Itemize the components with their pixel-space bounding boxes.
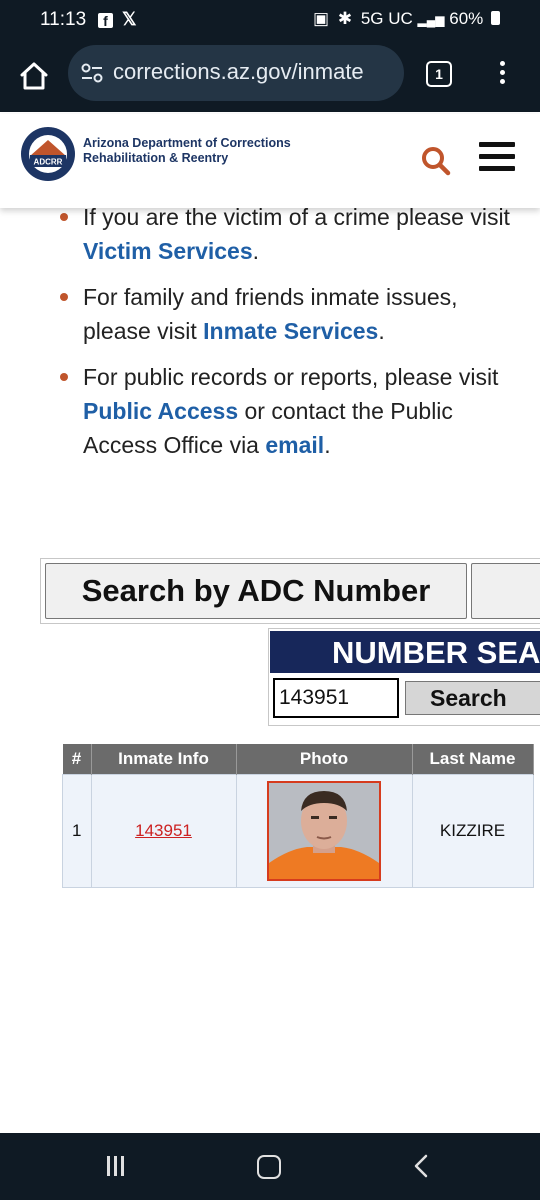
recent-apps-icon[interactable] bbox=[107, 1156, 129, 1176]
adcrr-logo[interactable]: ADCRR bbox=[20, 126, 76, 182]
hamburger-menu-icon[interactable] bbox=[479, 142, 515, 174]
site-settings-icon[interactable] bbox=[80, 62, 104, 84]
list-item: If you are the victim of a crime please … bbox=[60, 208, 510, 268]
photo-cell bbox=[235, 774, 413, 888]
agency-name[interactable]: Arizona Department of Corrections Rehabi… bbox=[83, 136, 291, 166]
agency-line1: Arizona Department of Corrections bbox=[83, 136, 291, 150]
inmate-info-cell: 143951 bbox=[90, 774, 237, 888]
battery-label: 60% bbox=[449, 9, 484, 28]
status-time: 11:13 bbox=[40, 9, 87, 30]
signal-icon: ▂▄▆ bbox=[417, 13, 445, 27]
notification-icons: f 𝕏 bbox=[98, 9, 137, 30]
system-navigation-bar bbox=[0, 1133, 540, 1200]
inmate-services-link[interactable]: Inmate Services bbox=[203, 318, 378, 344]
more-options-icon[interactable] bbox=[496, 58, 508, 88]
network-label: 5G UC bbox=[360, 9, 413, 28]
x-icon: 𝕏 bbox=[122, 9, 137, 29]
victim-services-link[interactable]: Victim Services bbox=[83, 238, 253, 264]
list-item: For public records or reports, please vi… bbox=[60, 360, 510, 462]
bluetooth-icon: ✱ bbox=[337, 9, 353, 28]
tab-switcher-button[interactable]: 1 bbox=[426, 61, 452, 87]
inmate-photo[interactable] bbox=[267, 781, 381, 881]
list-item: For family and friends inmate issues, pl… bbox=[60, 280, 510, 348]
table-header-row: # Inmate Info Photo Last Name bbox=[62, 744, 534, 775]
column-header-last-name[interactable]: Last Name bbox=[412, 744, 534, 775]
email-link[interactable]: email bbox=[265, 432, 324, 458]
column-header-number: # bbox=[62, 744, 92, 775]
adc-number-input[interactable] bbox=[273, 678, 399, 718]
public-access-link[interactable]: Public Access bbox=[83, 398, 238, 424]
home-nav-icon[interactable] bbox=[257, 1155, 281, 1179]
nfc-icon: ▣ bbox=[313, 9, 330, 28]
results-table: # Inmate Info Photo Last Name 1 143951 K… bbox=[62, 744, 534, 888]
search-icon[interactable] bbox=[421, 146, 451, 176]
number-search-title: NUMBER SEARCH bbox=[270, 631, 540, 673]
status-right: ▣ ✱ 5G UC ▂▄▆ 60% bbox=[313, 9, 500, 29]
table-row: 1 143951 KIZZIRE bbox=[62, 774, 534, 888]
back-icon[interactable] bbox=[412, 1153, 430, 1179]
search-tabs: Search by ADC Number bbox=[40, 558, 540, 624]
facebook-icon: f bbox=[98, 13, 113, 29]
url-text[interactable]: corrections.az.gov/inmate bbox=[113, 59, 364, 85]
column-header-photo: Photo bbox=[236, 744, 413, 775]
info-bullet-list: If you are the victim of a crime please … bbox=[60, 208, 510, 474]
number-search-panel: NUMBER SEARCH Search bbox=[268, 628, 540, 726]
site-header: ADCRR Arizona Department of Corrections … bbox=[0, 114, 540, 208]
status-bar: 11:13 f 𝕏 ▣ ✱ 5G UC ▂▄▆ 60% bbox=[0, 0, 540, 40]
last-name-cell: KIZZIRE bbox=[411, 774, 534, 888]
agency-line2: Rehabilitation & Reentry bbox=[83, 151, 229, 165]
svg-text:ADCRR: ADCRR bbox=[34, 158, 63, 167]
search-button[interactable]: Search bbox=[405, 681, 540, 715]
home-icon[interactable] bbox=[18, 60, 50, 92]
column-header-inmate-info[interactable]: Inmate Info bbox=[91, 744, 237, 775]
inmate-id-link[interactable]: 143951 bbox=[135, 821, 192, 840]
row-number: 1 bbox=[62, 774, 92, 888]
page-content: If you are the victim of a crime please … bbox=[0, 208, 540, 1133]
battery-icon bbox=[491, 11, 500, 25]
tab-search-by-adc-number[interactable]: Search by ADC Number bbox=[45, 563, 467, 619]
browser-toolbar: corrections.az.gov/inmate 1 bbox=[0, 40, 540, 112]
tab-search-other[interactable] bbox=[471, 563, 540, 619]
address-bar[interactable]: corrections.az.gov/inmate bbox=[68, 45, 404, 101]
